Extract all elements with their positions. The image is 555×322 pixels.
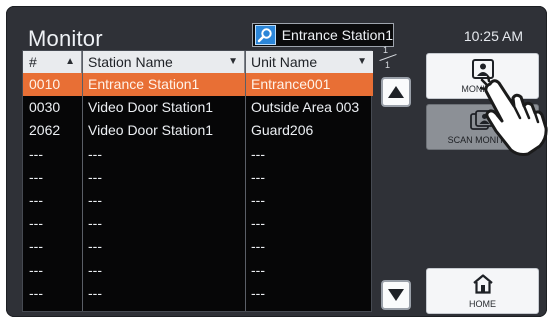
triangle-down-icon xyxy=(388,289,404,301)
table-row[interactable]: 0010 Entrance Station1 Entrance001 xyxy=(23,73,373,97)
cell-unit-name: Outside Area 003 xyxy=(251,99,360,116)
table-row[interactable]: --- --- --- xyxy=(23,166,373,189)
column-header-station-name[interactable]: Station Name ▼ xyxy=(82,51,245,73)
search-value: Entrance Station1 xyxy=(281,27,393,43)
page-indicator: 1 1 xyxy=(377,44,399,74)
cell-unit-name: Guard206 xyxy=(251,122,314,139)
clock: 10:25 AM xyxy=(463,28,523,44)
cell-station-name: --- xyxy=(88,168,102,185)
cell-station-name: Video Door Station1 xyxy=(88,122,214,139)
cell-station-name: --- xyxy=(88,191,102,208)
page-title: Monitor xyxy=(28,26,103,51)
cell-station-name: --- xyxy=(88,261,102,278)
table-row[interactable]: --- --- --- xyxy=(23,235,373,258)
cell-number: --- xyxy=(29,215,43,232)
page-total: 1 xyxy=(385,60,391,70)
cell-unit-name: --- xyxy=(251,261,265,278)
cell-number: --- xyxy=(29,191,43,208)
cell-number: --- xyxy=(29,238,43,255)
column-divider xyxy=(245,51,246,311)
station-table: # ▲ Station Name ▼ Unit Name ▼ 0010 Entr… xyxy=(22,50,373,312)
cell-station-name: Video Door Station1 xyxy=(88,99,214,116)
cell-station-name: Entrance Station1 xyxy=(88,76,200,92)
home-button[interactable]: HOME xyxy=(426,268,539,314)
cell-number: 2062 xyxy=(29,122,61,139)
table-header: # ▲ Station Name ▼ Unit Name ▼ xyxy=(23,51,373,73)
cell-number: --- xyxy=(29,168,43,185)
sort-ascending-icon: ▲ xyxy=(65,56,75,67)
table-row[interactable]: --- --- --- xyxy=(23,259,373,282)
table-row[interactable]: --- --- --- xyxy=(23,143,373,166)
column-header-number[interactable]: # ▲ xyxy=(23,51,82,73)
cell-number: --- xyxy=(29,145,43,162)
cell-unit-name: --- xyxy=(251,145,265,162)
page-current: 1 xyxy=(383,45,389,55)
table-row[interactable]: --- --- --- xyxy=(23,282,373,305)
cell-unit-name: --- xyxy=(251,191,265,208)
scroll-up-button[interactable] xyxy=(381,77,411,107)
table-row[interactable]: 2062 Video Door Station1 Guard206 xyxy=(23,119,373,142)
search-field[interactable]: Entrance Station1 xyxy=(252,23,394,47)
sort-descending-icon: ▼ xyxy=(357,56,367,67)
column-label: Unit Name xyxy=(251,54,318,70)
table-row[interactable]: --- --- --- xyxy=(23,189,373,212)
cell-unit-name: --- xyxy=(251,238,265,255)
cell-station-name: --- xyxy=(88,284,102,301)
column-label: Station Name xyxy=(88,54,173,70)
triangle-up-icon xyxy=(388,86,404,98)
cell-number: --- xyxy=(29,261,43,278)
cell-station-name: --- xyxy=(88,238,102,255)
cell-number: 0030 xyxy=(29,99,61,116)
column-divider xyxy=(82,51,83,311)
home-icon xyxy=(472,274,493,294)
cell-unit-name: --- xyxy=(251,215,265,232)
pointing-hand-icon xyxy=(480,76,548,156)
cell-station-name: --- xyxy=(88,215,102,232)
sort-descending-icon: ▼ xyxy=(228,56,238,67)
table-row[interactable]: 0030 Video Door Station1 Outside Area 00… xyxy=(23,96,373,119)
cell-station-name: --- xyxy=(88,145,102,162)
table-body: 0010 Entrance Station1 Entrance001 0030 … xyxy=(23,73,373,305)
search-icon[interactable] xyxy=(255,25,276,45)
cell-unit-name: --- xyxy=(251,168,265,185)
cell-number: --- xyxy=(29,284,43,301)
cell-unit-name: Entrance001 xyxy=(251,76,331,92)
column-header-unit-name[interactable]: Unit Name ▼ xyxy=(245,51,373,73)
table-row[interactable]: --- --- --- xyxy=(23,212,373,235)
cell-unit-name: --- xyxy=(251,284,265,301)
home-label: HOME xyxy=(469,299,496,309)
cell-number: 0010 xyxy=(29,76,61,92)
column-label: # xyxy=(29,54,37,70)
scroll-down-button[interactable] xyxy=(381,280,411,310)
